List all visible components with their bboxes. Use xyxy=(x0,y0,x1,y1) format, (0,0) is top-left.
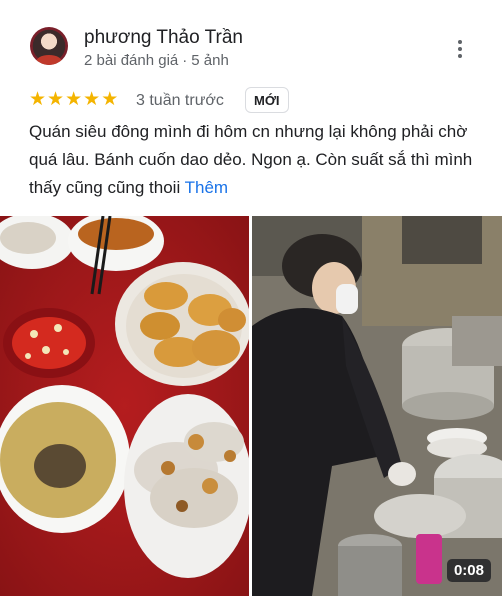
review-text: Quán siêu đông mình đi hôm cn nhưng lại … xyxy=(29,118,484,202)
star-icon: ★ xyxy=(83,89,101,110)
kitchen-illustration xyxy=(252,216,502,596)
review-photo-food[interactable] xyxy=(0,216,249,596)
star-icon: ★ xyxy=(101,89,119,110)
star-icon: ★ xyxy=(65,89,83,110)
star-icon: ★ xyxy=(29,89,47,110)
new-badge: MỚI xyxy=(245,87,289,113)
reviewer-avatar[interactable] xyxy=(30,27,68,65)
reviewer-name[interactable]: phương Thảo Trần xyxy=(84,27,243,49)
video-duration: 0:08 xyxy=(446,559,491,582)
more-options-icon[interactable] xyxy=(448,36,472,62)
review-time: 3 tuần trước xyxy=(136,92,224,109)
food-illustration xyxy=(0,216,249,596)
more-link[interactable]: Thêm xyxy=(185,178,228,197)
review-body: Quán siêu đông mình đi hôm cn nhưng lại … xyxy=(29,122,473,197)
star-icon: ★ xyxy=(47,89,65,110)
review-count: 2 bài đánh giá xyxy=(84,52,179,69)
review-video-kitchen[interactable]: 0:08 xyxy=(252,216,502,596)
star-rating: ★ ★ ★ ★ ★ xyxy=(29,90,118,110)
photo-count: 5 ảnh xyxy=(191,52,229,69)
reviewer-meta: 2 bài đánh giá · 5 ảnh xyxy=(84,52,229,69)
